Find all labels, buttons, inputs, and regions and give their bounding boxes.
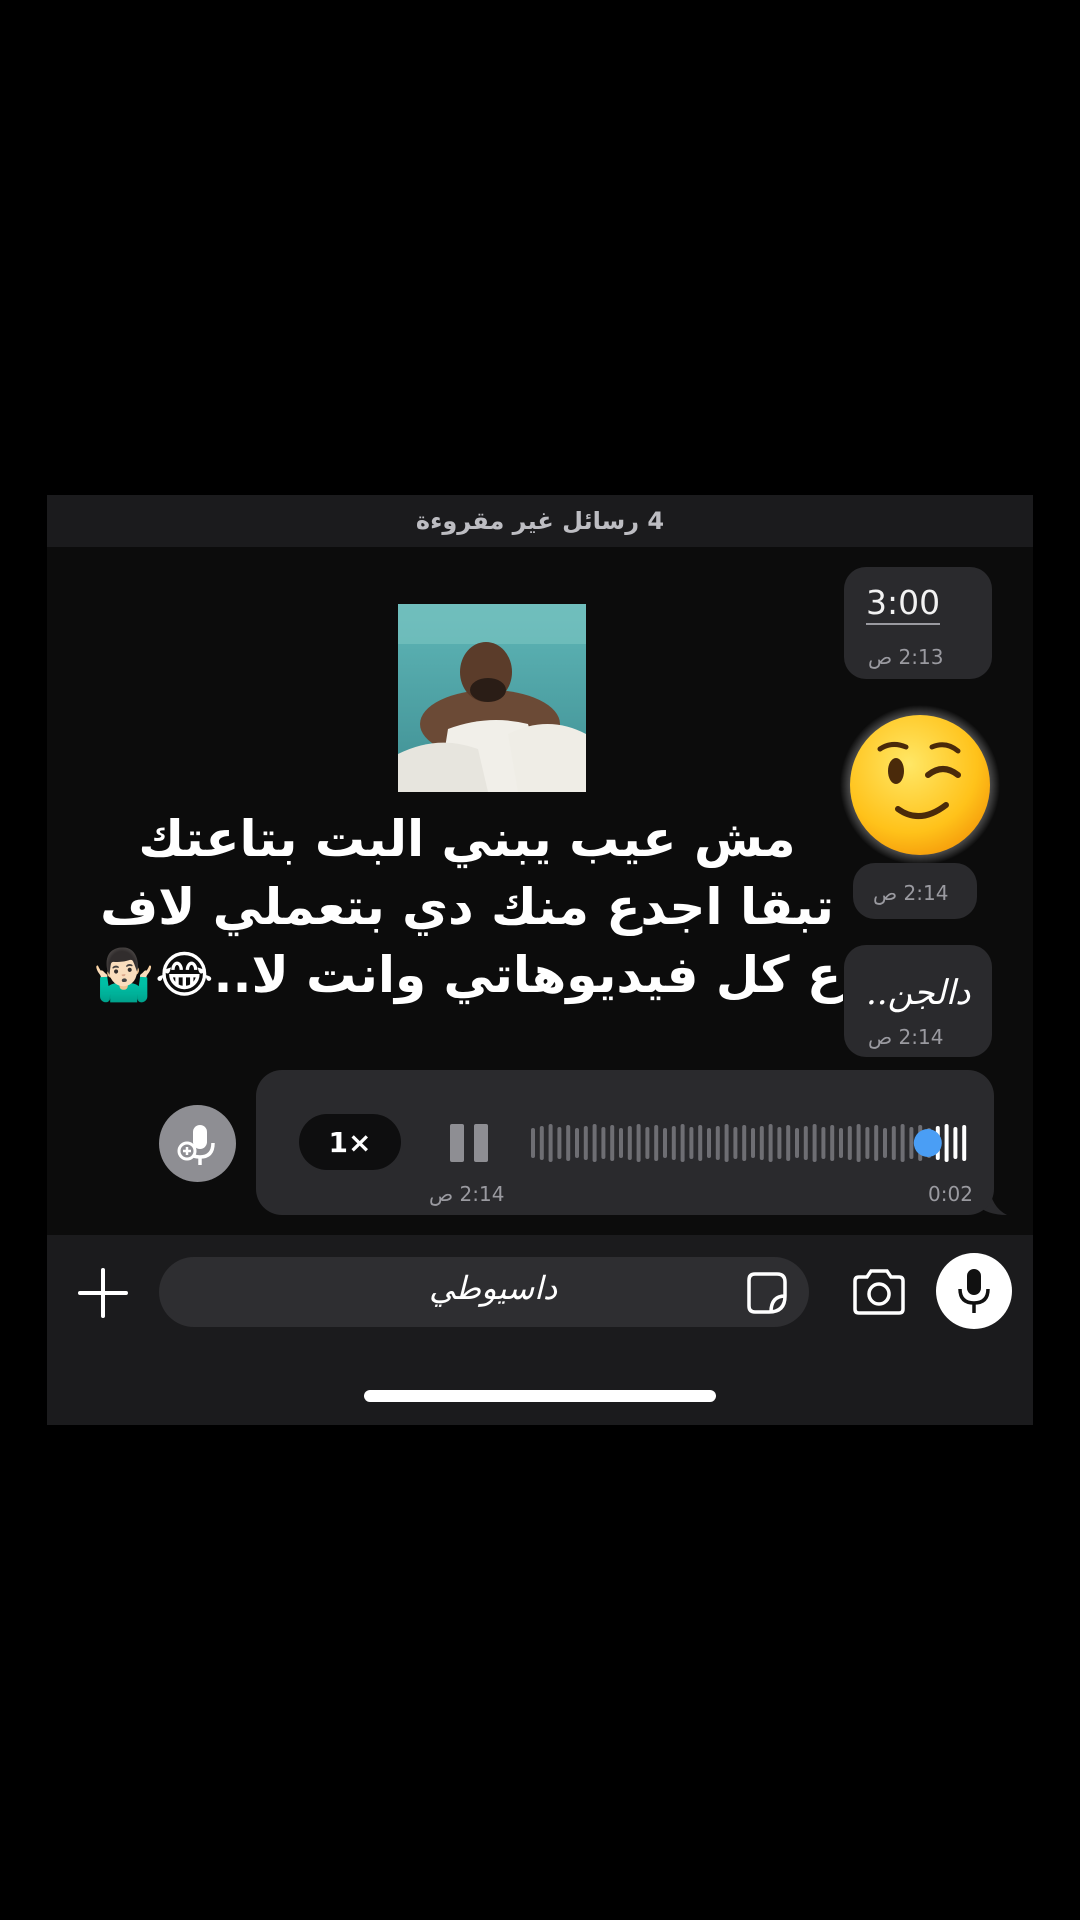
waveform-bar	[724, 1124, 729, 1162]
message-text: دالجن..	[866, 973, 971, 1013]
overlay-caption: مش عيب يبني البت بتاعتك تبقا اجدع منك دي…	[87, 805, 847, 1009]
waveform-bar	[751, 1128, 755, 1158]
waveform-bar	[601, 1127, 606, 1159]
sticker-icon[interactable]	[743, 1270, 789, 1316]
microphone-icon	[958, 1269, 990, 1313]
chat-screen: 4 رسائل غير مقروءة 3:00 2:13 ص 2:14 ص دا…	[47, 495, 1033, 1425]
caption-line-1: مش عيب يبني البت بتاعتك	[138, 810, 796, 868]
waveform-bar	[847, 1126, 852, 1160]
waveform-bar	[610, 1125, 615, 1161]
pause-icon[interactable]	[450, 1124, 490, 1162]
waveform-bar	[962, 1125, 967, 1161]
waveform-bar	[575, 1128, 579, 1158]
mic-transcribe-icon	[177, 1124, 215, 1165]
waveform-bar	[592, 1124, 597, 1162]
voice-message-bubble[interactable]: 1× 2:14 ص 0:02	[256, 1070, 994, 1215]
waveform-bar	[795, 1128, 799, 1158]
waveform-bar	[680, 1124, 685, 1162]
message-bubble-audio-duration[interactable]: 3:00 2:13 ص	[844, 567, 992, 679]
waveform-bar	[953, 1127, 958, 1159]
waveform-bar	[909, 1127, 914, 1159]
message-bubble-text[interactable]: دالجن.. 2:14 ص	[844, 945, 992, 1057]
waveform-bar	[812, 1124, 817, 1162]
caption-line-3: ع كل فيديوهاتي وانت لا..😂🤷🏻‍♂️	[92, 946, 842, 1004]
waveform-bar	[671, 1126, 676, 1160]
waveform-bar	[944, 1124, 949, 1162]
waveform-bar	[786, 1125, 791, 1161]
waveform-bar	[583, 1126, 588, 1160]
message-time: 2:13 ص	[868, 645, 944, 669]
waveform-bar	[900, 1124, 905, 1162]
waveform-bar	[777, 1127, 782, 1159]
waveform-bar	[715, 1126, 720, 1160]
waveform-bar	[619, 1128, 623, 1158]
audio-duration: 3:00	[866, 585, 941, 625]
waveform-bar	[865, 1127, 870, 1159]
waveform[interactable]	[531, 1122, 971, 1164]
waveform-bar	[627, 1126, 632, 1160]
waveform-bar	[839, 1128, 843, 1158]
waveform-bar	[707, 1128, 711, 1158]
waveform-bar	[539, 1126, 544, 1160]
record-voice-button[interactable]	[936, 1253, 1012, 1329]
photo-image	[398, 604, 586, 792]
playback-speed-button[interactable]: 1×	[299, 1114, 401, 1170]
waveform-bar	[768, 1124, 773, 1162]
waveform-bar	[742, 1125, 747, 1161]
plus-icon[interactable]	[78, 1268, 128, 1318]
voice-elapsed: 0:02	[928, 1182, 973, 1206]
waveform-bar	[557, 1127, 562, 1159]
voice-message-time: 2:14 ص	[429, 1182, 505, 1206]
waveform-bar	[548, 1124, 553, 1162]
waveform-bar	[856, 1124, 861, 1162]
waveform-bar	[883, 1128, 887, 1158]
waveform-bar	[566, 1125, 571, 1161]
playback-scrubber[interactable]	[913, 1129, 942, 1157]
message-input-text: داسيوطي	[429, 1269, 558, 1307]
unread-messages-banner: 4 رسائل غير مقروءة	[47, 495, 1033, 547]
waveform-bar	[803, 1126, 808, 1160]
shared-photo[interactable]	[398, 604, 586, 792]
waveform-bar	[830, 1125, 835, 1161]
waveform-bar	[645, 1127, 650, 1159]
waveform-bar	[759, 1126, 764, 1160]
composer-bar: داسيوطي	[47, 1235, 1033, 1425]
caption-line-2: تبقا اجدع منك دي بتعملي لاف	[100, 878, 834, 936]
waveform-bar	[689, 1127, 694, 1159]
waveform-bar	[821, 1127, 826, 1159]
winking-face-icon[interactable]	[840, 705, 1000, 865]
waveform-bar	[654, 1125, 659, 1161]
camera-icon[interactable]	[849, 1267, 909, 1317]
waveform-bar	[874, 1125, 879, 1161]
home-indicator[interactable]	[364, 1390, 716, 1402]
waveform-bar	[698, 1125, 703, 1161]
message-input[interactable]: داسيوطي	[159, 1257, 809, 1327]
waveform-bar	[531, 1128, 535, 1158]
transcribe-voice-button[interactable]	[159, 1105, 236, 1182]
waveform-bar	[663, 1128, 667, 1158]
message-time: 2:14 ص	[873, 881, 949, 905]
waveform-bar	[733, 1127, 738, 1159]
unread-banner-label: 4 رسائل غير مقروءة	[415, 507, 665, 535]
message-time: 2:14 ص	[868, 1025, 944, 1049]
message-bubble-emoji-time[interactable]: 2:14 ص	[853, 863, 977, 919]
waveform-bar	[891, 1126, 896, 1160]
waveform-bar	[636, 1124, 641, 1162]
